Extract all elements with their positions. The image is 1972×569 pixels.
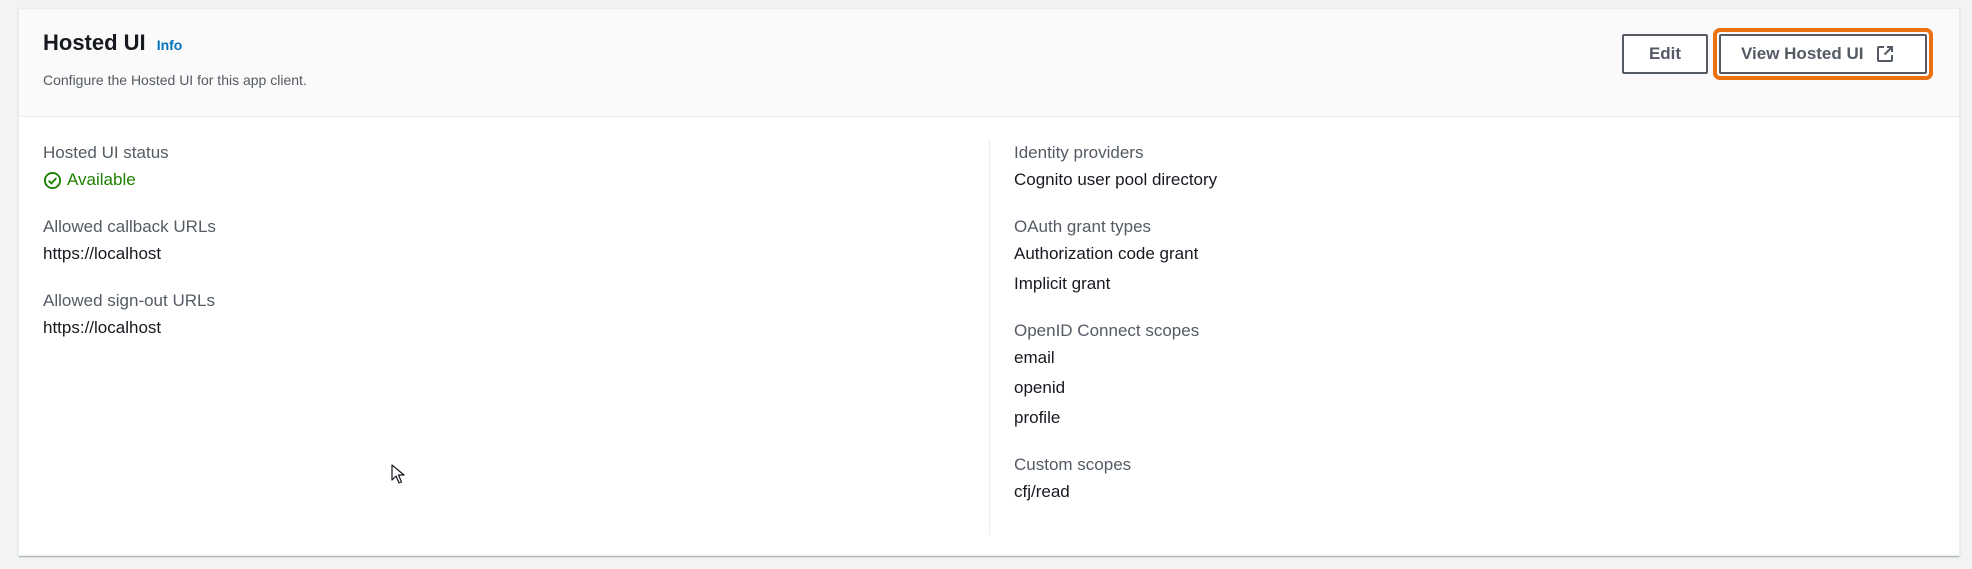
edit-button[interactable]: Edit — [1622, 34, 1708, 74]
panel-header: Hosted UI Info Configure the Hosted UI f… — [19, 9, 1959, 117]
left-column: Hosted UI status Available Allowed callb… — [43, 141, 216, 363]
check-circle-icon — [43, 171, 62, 189]
view-hosted-ui-button[interactable]: View Hosted UI — [1719, 34, 1927, 74]
field-value: Authorization code grant — [1014, 244, 1199, 263]
field-value: https://localhost — [43, 318, 162, 337]
field-hosted-ui-status: Hosted UI status Available — [43, 141, 216, 195]
field-label: Allowed callback URLs — [43, 217, 216, 236]
field-value: email — [1014, 348, 1055, 367]
info-link[interactable]: Info — [157, 37, 183, 53]
column-divider — [989, 139, 990, 535]
field-value: profile — [1014, 408, 1061, 427]
field-label: Custom scopes — [1014, 455, 1132, 474]
field-label: Hosted UI status — [43, 143, 169, 162]
status-value: Available — [67, 170, 136, 189]
focus-ring: View Hosted UI — [1713, 28, 1933, 80]
field-custom-scopes: Custom scopes cfj/read — [1014, 453, 1217, 507]
panel-title: Hosted UI — [43, 30, 146, 55]
hosted-ui-panel: Hosted UI Info Configure the Hosted UI f… — [18, 8, 1960, 556]
field-value: Implicit grant — [1014, 274, 1111, 293]
field-openid-scopes: OpenID Connect scopes email openid profi… — [1014, 319, 1217, 433]
field-identity-providers: Identity providers Cognito user pool dir… — [1014, 141, 1217, 195]
field-label: Identity providers — [1014, 143, 1144, 162]
field-oauth-grant-types: OAuth grant types Authorization code gra… — [1014, 215, 1217, 299]
field-value: openid — [1014, 378, 1066, 397]
title-row: Hosted UI Info — [43, 30, 182, 56]
view-hosted-ui-label: View Hosted UI — [1741, 44, 1864, 63]
header-actions: Edit View Hosted UI — [1622, 28, 1933, 80]
field-value: https://localhost — [43, 244, 162, 263]
edit-button-label: Edit — [1648, 44, 1682, 63]
status-badge: Available — [43, 165, 216, 195]
panel-description: Configure the Hosted UI for this app cli… — [43, 72, 307, 88]
panel-content: Hosted UI status Available Allowed callb… — [19, 117, 1959, 556]
right-column: Identity providers Cognito user pool dir… — [1014, 141, 1217, 527]
field-label: OAuth grant types — [1014, 217, 1152, 236]
field-label: Allowed sign-out URLs — [43, 291, 215, 310]
mouse-cursor-icon — [391, 464, 405, 489]
field-signout-urls: Allowed sign-out URLs https://localhost — [43, 289, 216, 343]
field-value: Cognito user pool directory — [1014, 170, 1218, 189]
external-link-icon — [1876, 45, 1894, 63]
field-callback-urls: Allowed callback URLs https://localhost — [43, 215, 216, 269]
field-value: cfj/read — [1014, 482, 1070, 501]
field-label: OpenID Connect scopes — [1014, 321, 1200, 340]
